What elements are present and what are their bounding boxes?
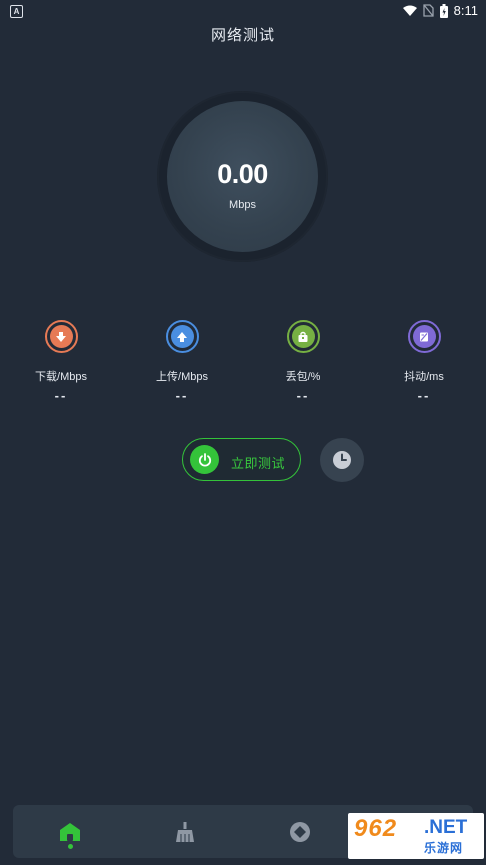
packet-loss-value: -- — [296, 388, 310, 403]
broom-icon — [176, 822, 194, 842]
jitter-icon — [407, 320, 441, 353]
metric-jitter: 抖动/ms -- — [379, 320, 469, 403]
watermark-site-name: 乐游网 — [424, 841, 464, 855]
start-test-button[interactable]: 立即测试 — [182, 438, 301, 481]
nav-home[interactable] — [55, 817, 85, 847]
status-bar: A 8:11 — [0, 0, 486, 22]
home-icon — [60, 823, 80, 841]
metric-download: 下载/Mbps -- — [16, 320, 106, 403]
diamond-icon — [290, 822, 310, 842]
metric-upload: 上传/Mbps -- — [137, 320, 227, 403]
upload-label: 上传/Mbps — [156, 371, 208, 383]
gauge-dial: 0.00 Mbps — [167, 101, 318, 252]
jitter-label: 抖动/ms — [404, 371, 444, 383]
wifi-icon — [402, 5, 417, 16]
upload-icon — [165, 320, 199, 353]
no-sim-icon — [423, 4, 434, 17]
watermark-number: 962 — [354, 815, 398, 842]
clock-icon — [333, 451, 351, 469]
speed-gauge: 0.00 Mbps — [157, 91, 328, 262]
status-time: 8:11 — [453, 3, 478, 18]
upload-value: -- — [175, 388, 189, 403]
download-value: -- — [54, 388, 68, 403]
watermark-net: .NET — [424, 817, 468, 838]
power-icon — [190, 445, 219, 474]
start-test-label: 立即测试 — [231, 456, 286, 471]
download-icon — [44, 320, 78, 353]
speed-value: 0.00 — [217, 159, 268, 189]
speed-unit: Mbps — [229, 199, 256, 211]
nav-clean[interactable] — [170, 817, 200, 847]
jitter-value: -- — [417, 388, 431, 403]
app-indicator-icon: A — [10, 5, 23, 18]
page-title: 网络测试 — [210, 27, 275, 44]
status-icons: 8:11 — [402, 3, 478, 18]
download-label: 下载/Mbps — [35, 371, 87, 383]
packet-loss-label: 丢包/% — [285, 371, 321, 383]
nav-tools[interactable] — [285, 817, 315, 847]
watermark-logo: 962 .NET 乐游网 — [348, 813, 484, 859]
packet-loss-icon — [286, 320, 320, 353]
history-button[interactable] — [320, 438, 364, 482]
metric-packet-loss: 丢包/% -- — [258, 320, 348, 403]
battery-icon — [439, 3, 448, 18]
active-indicator — [68, 844, 73, 849]
